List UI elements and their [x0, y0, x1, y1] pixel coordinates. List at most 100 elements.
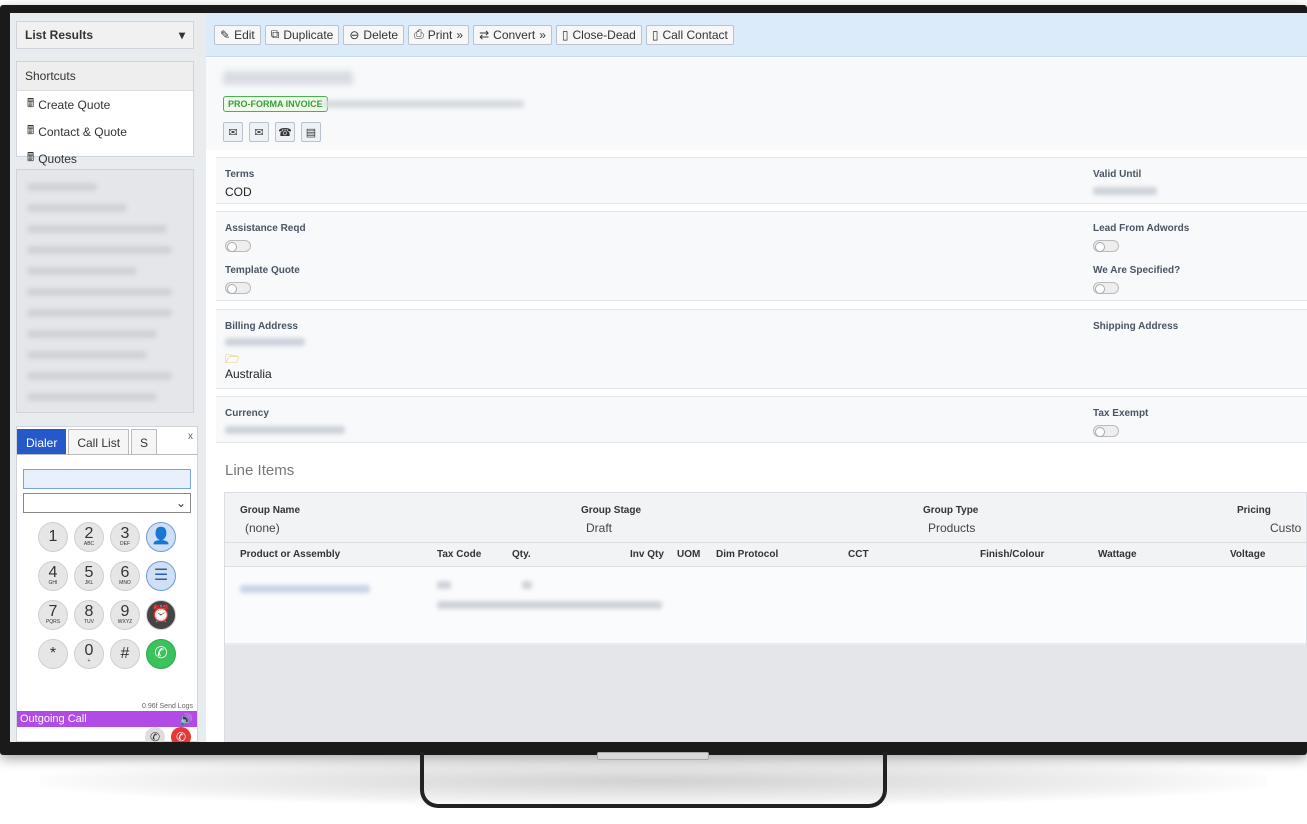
group-type-label: Group Type — [923, 505, 979, 516]
key-5[interactable]: 5 JKL — [74, 561, 104, 591]
convert-icon: ⇄ — [479, 27, 490, 42]
key-0[interactable]: 0 + — [74, 639, 104, 669]
shipping-address-label: Shipping Address — [1093, 321, 1179, 332]
version-send-logs[interactable]: 0.96f Send Logs — [142, 703, 193, 710]
tv-stand-neck — [597, 752, 709, 760]
chevron-down-icon: ⌄ — [175, 496, 186, 510]
terms-label: Terms — [225, 169, 255, 180]
tax-code-blurred — [437, 581, 451, 589]
template-quote-toggle[interactable] — [225, 282, 251, 294]
product-link-blurred[interactable] — [240, 585, 370, 593]
terms-panel: Terms COD Valid Until — [216, 157, 1307, 204]
speaker-icon[interactable]: 🔊 — [179, 713, 193, 726]
col-uom: UOM — [677, 549, 701, 560]
billing-address-label: Billing Address — [225, 321, 298, 332]
valid-until-value-blurred — [1093, 187, 1157, 195]
close-icon[interactable]: x — [188, 431, 193, 442]
key-1[interactable]: 1 — [38, 522, 68, 552]
phone-call-icon[interactable]: ✆ — [146, 639, 176, 669]
line-items-columns: Product or Assembly Tax Code Qty. Inv Qt… — [225, 543, 1306, 567]
key-8[interactable]: 8 TUV — [74, 600, 104, 630]
pricing-value: Custo — [1270, 521, 1302, 535]
edit-button[interactable]: ✎ Edit — [214, 24, 261, 45]
email-icon[interactable]: ✉ — [223, 122, 243, 142]
line-items-table: Group Name (none) Group Stage Draft Grou… — [224, 492, 1307, 742]
line-items-footer-area — [225, 645, 1307, 742]
tab-dialer[interactable]: Dialer — [17, 429, 67, 454]
door-icon: ▯ — [561, 27, 569, 42]
key-4[interactable]: 4 GHI — [38, 561, 68, 591]
col-dim-protocol: Dim Protocol — [716, 549, 779, 560]
app-screen: List Results ▾ Shortcuts 🖩 Create Quote 🖩… — [10, 13, 1307, 742]
shortcut-create-quote[interactable]: 🖩 Create Quote — [17, 91, 193, 118]
valid-until-label: Valid Until — [1093, 169, 1142, 180]
record-toolbar: ✎ Edit ⧉ Duplicate ⊖ Delete ⎙ Print» ⇄ Conver… — [206, 13, 1307, 57]
call-contact-button[interactable]: ▯ Call Contact — [645, 24, 734, 45]
col-qty: Qty. — [512, 549, 531, 560]
list-icon[interactable]: ☰ — [146, 561, 176, 591]
tax-exempt-toggle[interactable] — [1093, 425, 1119, 437]
col-tax-code: Tax Code — [437, 549, 482, 560]
status-badge: PRO-FORMA INVOICE — [223, 96, 328, 112]
double-chevron-down-icon: » — [539, 27, 546, 42]
key-3[interactable]: 3 DEF — [110, 522, 140, 552]
left-sidebar: List Results ▾ Shortcuts 🖩 Create Quote 🖩… — [10, 13, 206, 742]
dial-number-input[interactable] — [23, 469, 191, 489]
calculator-icon: 🖩 — [27, 96, 35, 110]
recent-items-blurred — [16, 169, 194, 413]
key-star[interactable]: * — [38, 639, 68, 669]
duplicate-button[interactable]: ⧉ Duplicate — [264, 24, 340, 45]
phone-icon[interactable]: ☎ — [275, 122, 295, 142]
shortcuts-panel: Shortcuts 🖩 Create Quote 🖩 Contact & Quote… — [16, 61, 194, 166]
close-dead-button[interactable]: ▯ Close-Dead — [555, 24, 642, 45]
tab-call-list[interactable]: Call List — [68, 429, 130, 454]
call-controls: ✆ ✆ — [17, 727, 197, 742]
col-product: Product or Assembly — [240, 549, 341, 560]
chevron-down-icon: ▾ — [178, 28, 185, 42]
key-7[interactable]: 7 PQRS — [38, 600, 68, 630]
minus-circle-icon: ⊖ — [349, 27, 360, 42]
shortcut-contact-quote[interactable]: 🖩 Contact & Quote — [17, 118, 193, 145]
assistance-label: Assistance Reqd — [225, 223, 306, 234]
group-stage-label: Group Stage — [581, 505, 642, 516]
billing-country: Australia — [225, 367, 272, 381]
softphone-dialer: Dialer Call List S x ⌄ 1 2 ABC 3 DEF 👤 4 GH… — [16, 426, 198, 742]
notes-icon[interactable]: ▤ — [301, 122, 321, 142]
delete-button[interactable]: ⊖ Delete — [343, 24, 405, 45]
hangup-icon[interactable]: ✆ — [171, 727, 191, 742]
door-icon: ▯ — [651, 27, 659, 42]
edit-icon: ✎ — [220, 27, 231, 42]
assistance-toggle[interactable] — [225, 240, 251, 252]
transfer-icon[interactable]: ✆ — [145, 727, 165, 742]
template-quote-label: Template Quote — [225, 265, 300, 276]
shortcut-quotes[interactable]: 🖩 Quotes — [17, 145, 193, 172]
list-results-dropdown[interactable]: List Results ▾ — [16, 21, 194, 49]
group-name-value: (none) — [245, 521, 280, 535]
address-panel: Billing Address 🗁 Australia Shipping Add… — [216, 309, 1307, 389]
key-2[interactable]: 2 ABC — [74, 522, 104, 552]
printer-icon: ⎙ — [414, 27, 424, 41]
key-9[interactable]: 9 WXYZ — [110, 600, 140, 630]
col-cct: CCT — [848, 549, 869, 560]
calculator-icon: 🖩 — [27, 123, 35, 137]
email-attachment-icon[interactable]: ✉ — [249, 122, 269, 142]
copy-icon: ⧉ — [270, 27, 280, 41]
dialer-tabs: Dialer Call List S — [17, 427, 197, 455]
we-are-specified-toggle[interactable] — [1093, 282, 1119, 294]
record-header: PRO-FORMA INVOICE ✉ ✉ ☎ ▤ — [206, 58, 1307, 150]
convert-button[interactable]: ⇄ Convert» — [473, 24, 552, 45]
print-button[interactable]: ⎙ Print» — [408, 24, 470, 45]
alarm-clock-icon[interactable]: ⏰ — [146, 600, 176, 630]
tab-s[interactable]: S — [131, 429, 158, 454]
col-voltage: Voltage — [1230, 549, 1266, 560]
caller-id-select[interactable]: ⌄ — [23, 493, 191, 513]
lead-adwords-toggle[interactable] — [1093, 240, 1119, 252]
qty-blurred — [522, 581, 532, 589]
key-6[interactable]: 6 MNO — [110, 561, 140, 591]
keypad: 1 2 ABC 3 DEF 👤 4 GHI 5 JKL 6 MNO ☰ 7 PQRS 8 TU… — [38, 522, 197, 669]
contact-icon[interactable]: 👤 — [146, 522, 176, 552]
pricing-label: Pricing — [1237, 505, 1271, 516]
main-content: ✎ Edit ⧉ Duplicate ⊖ Delete ⎙ Print» ⇄ Conver… — [206, 13, 1307, 742]
key-hash[interactable]: # — [110, 639, 140, 669]
table-row[interactable] — [225, 567, 1306, 643]
